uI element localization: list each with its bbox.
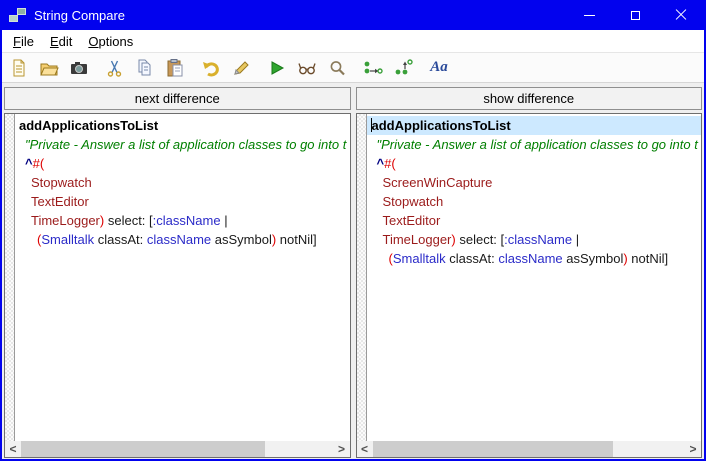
code-line: TimeLogger) select: [:className | (15, 211, 350, 230)
code-line: addApplicationsToList (15, 116, 350, 135)
left-pane: next difference addApplicationsToList"Pr… (4, 87, 351, 458)
show-difference-button[interactable] (392, 57, 414, 79)
font-button[interactable]: Aa (428, 57, 450, 79)
cut-scissors-icon (105, 58, 125, 78)
next-difference-header-button[interactable]: next difference (4, 87, 351, 110)
new-document-icon (9, 58, 29, 78)
magnifier-icon (327, 58, 347, 78)
code-line: TextEditor (367, 211, 702, 230)
scroll-left-arrow[interactable]: < (5, 441, 21, 457)
highlighter-pen-icon (231, 58, 251, 78)
undo-button[interactable] (200, 57, 222, 79)
maximize-button[interactable] (612, 0, 658, 30)
code-line: addApplicationsToList (367, 116, 702, 135)
open-button[interactable] (38, 57, 60, 79)
code-line: (Smalltalk classAt: className asSymbol) … (15, 230, 350, 249)
minimize-button[interactable] (566, 0, 612, 30)
code-line: ^#( (15, 154, 350, 173)
paste-clipboard-icon (165, 58, 185, 78)
code-line: "Private - Answer a list of application … (15, 135, 350, 154)
string-compare-window: String Compare FileEditOptions (0, 0, 706, 461)
code-line: Stopwatch (367, 192, 702, 211)
code-line: (Smalltalk classAt: className asSymbol) … (367, 249, 702, 268)
right-pane: show difference addApplicationsToList"Pr… (356, 87, 703, 458)
new-button[interactable] (8, 57, 30, 79)
next-difference-graph-icon (363, 58, 383, 78)
minimize-icon (584, 15, 595, 16)
code-line: ScreenWinCapture (367, 173, 702, 192)
left-code-editor[interactable]: addApplicationsToList"Private - Answer a… (15, 114, 350, 441)
scroll-right-arrow[interactable]: > (685, 441, 701, 457)
browse-button[interactable] (296, 57, 318, 79)
code-line: ^#( (367, 154, 702, 173)
open-folder-icon (39, 58, 59, 78)
capture-button[interactable] (68, 57, 90, 79)
show-difference-header-button[interactable]: show difference (356, 87, 703, 110)
compare-windows-icon (9, 8, 26, 22)
menu-item-file[interactable]: File (5, 32, 42, 51)
left-vertical-scrollbar (5, 114, 15, 441)
copy-button[interactable] (134, 57, 156, 79)
code-line: TimeLogger) select: [:className | (367, 230, 702, 249)
left-horizontal-scrollbar: < > (5, 441, 350, 457)
right-horizontal-scrollbar: < > (357, 441, 702, 457)
scroll-thumb[interactable] (373, 441, 614, 457)
window-title: String Compare (34, 8, 566, 23)
spectacles-icon (297, 58, 317, 78)
scroll-thumb[interactable] (21, 441, 265, 457)
scroll-right-arrow[interactable]: > (334, 441, 350, 457)
right-vertical-scrollbar (357, 114, 367, 441)
scroll-track[interactable] (373, 441, 686, 457)
menu-item-edit[interactable]: Edit (42, 32, 80, 51)
compare-area: next difference addApplicationsToList"Pr… (2, 83, 704, 459)
font-icon: Aa (430, 59, 448, 76)
right-pane-frame: addApplicationsToList"Private - Answer a… (356, 113, 703, 458)
toolbar: Aa (2, 52, 704, 83)
marker-button[interactable] (230, 57, 252, 79)
close-button[interactable] (658, 0, 704, 30)
camera-icon (69, 58, 89, 78)
code-line: Stopwatch (15, 173, 350, 192)
maximize-icon (631, 11, 640, 20)
menu-item-options[interactable]: Options (80, 32, 141, 51)
play-icon (267, 58, 287, 78)
run-button[interactable] (266, 57, 288, 79)
cut-button[interactable] (104, 57, 126, 79)
code-line: "Private - Answer a list of application … (367, 135, 702, 154)
code-line: TextEditor (15, 192, 350, 211)
titlebar[interactable]: String Compare (2, 0, 704, 30)
next-difference-button[interactable] (362, 57, 384, 79)
right-code-editor[interactable]: addApplicationsToList"Private - Answer a… (367, 114, 702, 441)
copy-icon (135, 58, 155, 78)
scroll-left-arrow[interactable]: < (357, 441, 373, 457)
show-difference-graph-icon (393, 58, 413, 78)
scroll-track[interactable] (21, 441, 334, 457)
undo-arrow-icon (201, 58, 221, 78)
search-button[interactable] (326, 57, 348, 79)
paste-button[interactable] (164, 57, 186, 79)
close-icon (675, 9, 687, 21)
left-pane-frame: addApplicationsToList"Private - Answer a… (4, 113, 351, 458)
menubar: FileEditOptions (2, 30, 704, 52)
